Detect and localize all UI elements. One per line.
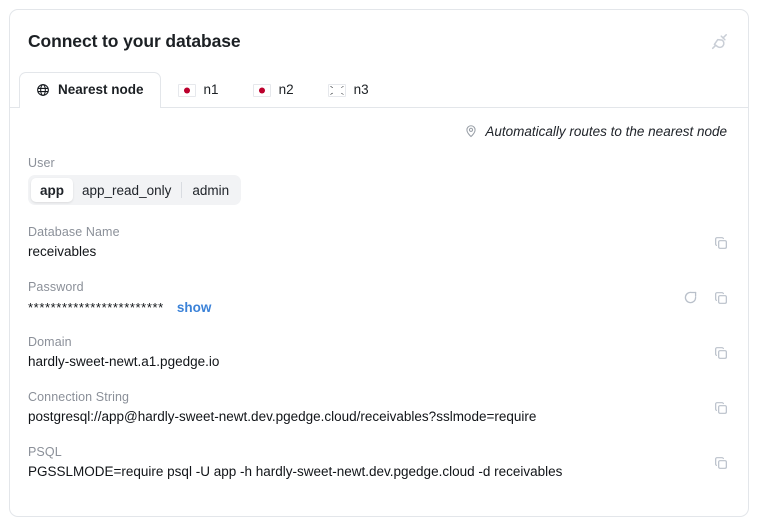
node-tabs: Nearest node n1 n2 n3 xyxy=(10,72,748,108)
flag-japan-icon xyxy=(177,83,196,97)
copy-icon[interactable] xyxy=(711,453,730,472)
flag-japan-icon xyxy=(252,83,271,97)
user-field-label: User xyxy=(28,156,55,170)
map-pin-icon xyxy=(464,124,478,138)
row-value: postgresql://app@hardly-sweet-newt.dev.p… xyxy=(28,409,537,424)
copy-icon[interactable] xyxy=(711,343,730,362)
row-connection-string: Connection String postgresql://app@hardl… xyxy=(28,390,730,445)
tab-n3[interactable]: n3 xyxy=(311,72,386,107)
globe-icon xyxy=(36,83,50,97)
tab-label: n2 xyxy=(278,82,294,98)
user-field: User app app_read_only admin xyxy=(28,154,730,205)
row-domain: Domain hardly-sweet-newt.a1.pgedge.io xyxy=(28,335,730,390)
row-actions xyxy=(711,398,730,417)
regenerate-icon[interactable] xyxy=(681,288,700,307)
row-actions xyxy=(681,288,730,307)
copy-icon[interactable] xyxy=(711,233,730,252)
segment-app-read-only[interactable]: app_read_only xyxy=(73,178,180,202)
segment-admin[interactable]: admin xyxy=(183,178,238,202)
row-label: Domain xyxy=(28,335,72,349)
flag-south-korea-icon xyxy=(327,83,346,97)
routing-note: Automatically routes to the nearest node xyxy=(28,108,730,154)
card-body: Automatically routes to the nearest node… xyxy=(10,108,748,500)
row-actions xyxy=(711,343,730,362)
tab-n2[interactable]: n2 xyxy=(236,72,311,107)
row-actions xyxy=(711,233,730,252)
copy-icon[interactable] xyxy=(711,398,730,417)
row-psql: PSQL PGSSLMODE=require psql -U app -h ha… xyxy=(28,445,730,500)
row-label: Password xyxy=(28,280,84,294)
connection-details-list: Database Name receivables Password *****… xyxy=(28,225,730,500)
row-database-name: Database Name receivables xyxy=(28,225,730,280)
tab-n1[interactable]: n1 xyxy=(161,72,236,107)
row-actions xyxy=(711,453,730,472)
show-password-link[interactable]: show xyxy=(177,300,212,315)
connect-database-screen: Connect to your database Nearest node n1… xyxy=(0,0,757,525)
routing-note-text: Automatically routes to the nearest node xyxy=(485,123,727,139)
segment-app[interactable]: app xyxy=(31,178,74,202)
page-title: Connect to your database xyxy=(28,31,241,51)
tab-label: n3 xyxy=(353,82,369,98)
row-value: hardly-sweet-newt.a1.pgedge.io xyxy=(28,354,220,369)
row-value: PGSSLMODE=require psql -U app -h hardly-… xyxy=(28,464,563,479)
row-value: receivables xyxy=(28,244,97,259)
tab-label: n1 xyxy=(203,82,219,98)
user-segmented-control: app app_read_only admin xyxy=(28,175,242,205)
row-password: Password ************************ show xyxy=(28,280,730,335)
plug-icon[interactable] xyxy=(706,28,732,54)
tab-nearest-node[interactable]: Nearest node xyxy=(19,72,161,108)
row-label: Database Name xyxy=(28,225,120,239)
password-masked-value: ************************ xyxy=(28,300,164,315)
segment-divider xyxy=(181,182,183,198)
password-line: ************************ show xyxy=(28,299,678,315)
row-label: PSQL xyxy=(28,445,62,459)
card-header: Connect to your database xyxy=(10,10,748,73)
connect-database-card: Connect to your database Nearest node n1… xyxy=(9,9,749,517)
tab-label: Nearest node xyxy=(58,82,144,98)
row-label: Connection String xyxy=(28,390,130,404)
copy-icon[interactable] xyxy=(711,288,730,307)
